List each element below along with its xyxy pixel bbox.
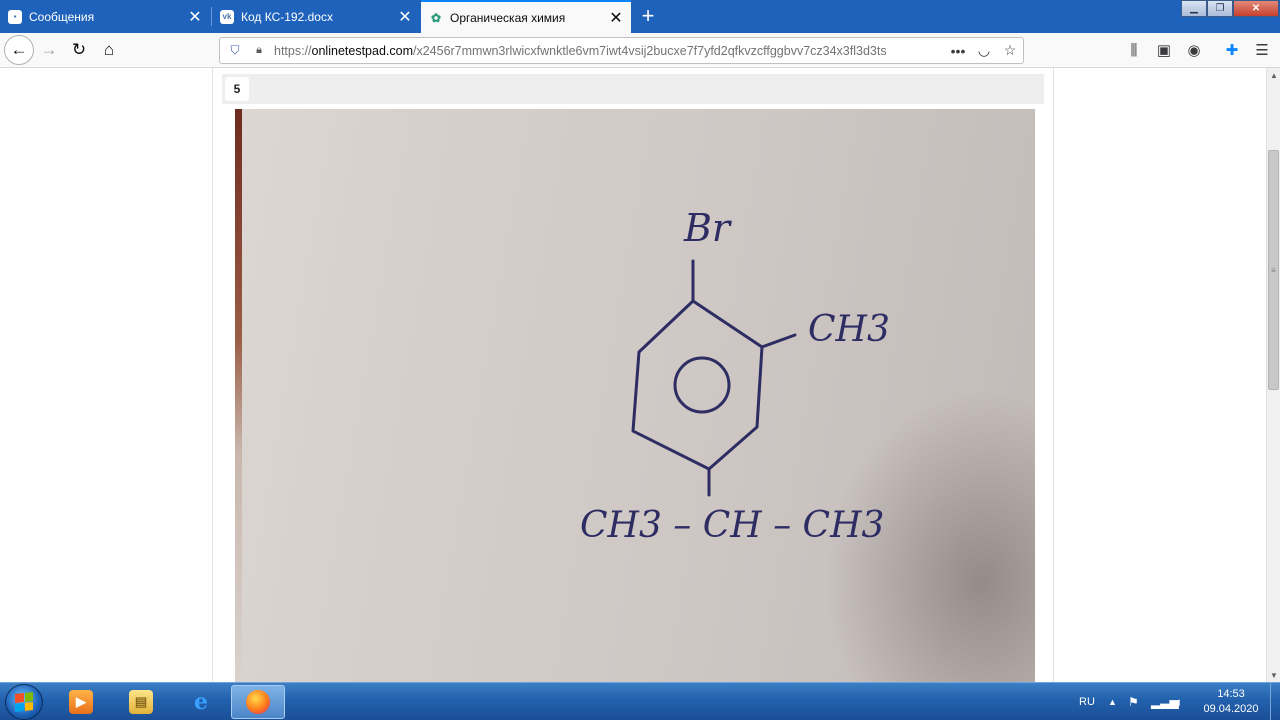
onlinetestpad-icon: ✿ — [430, 10, 442, 25]
sidebar-icon[interactable]: ▣ — [1151, 37, 1177, 63]
window-controls: ▁ ❐ ✕ — [1181, 0, 1279, 20]
tab-organic-chemistry[interactable]: ✿ Органическая химия ✕ — [421, 0, 631, 33]
label-isopropyl: CH3 – CH – CH3 — [580, 505, 884, 546]
aromatic-circle — [673, 356, 731, 414]
volume-icon[interactable]: 🔈︎ — [1176, 683, 1183, 720]
tab-label: Сообщения — [29, 9, 95, 24]
shield-icon[interactable]: ⛉ — [228, 43, 242, 58]
home-icon: ⌂ — [103, 40, 115, 59]
tab-label: Органическая химия — [450, 10, 566, 25]
library-icon[interactable]: ⫼ — [1121, 37, 1147, 63]
start-button[interactable] — [5, 684, 43, 720]
bookmark-star-icon[interactable]: ☆ — [997, 38, 1023, 64]
minimize-button[interactable]: ▁ — [1181, 0, 1207, 17]
scrollbar-thumb[interactable]: ≡ — [1268, 150, 1279, 390]
forward-button[interactable]: → — [34, 35, 64, 65]
clock-time: 14:53 — [1217, 688, 1245, 700]
home-button[interactable]: ⌂ — [94, 35, 124, 65]
question-card: 5 Br CH3 CH3 – CH – CH3 — [212, 68, 1054, 682]
tab-document[interactable]: vk Код КС-192.docx ✕ — [212, 0, 420, 33]
windows-taskbar: ▶ ▤ e RU ▲ ⚑ ▂▃▅ 🔈︎ 14:53 09.04.2020 — [0, 682, 1280, 720]
windows-logo-icon — [15, 692, 33, 712]
firefox-icon — [246, 690, 270, 714]
question-number: 5 — [225, 77, 249, 101]
close-icon[interactable]: ✕ — [184, 6, 206, 28]
url-path: /x2456r7mmwn3rlwicxfwnktle6vm7iwt4vsij2b… — [412, 43, 887, 58]
reload-icon: ↻ — [71, 40, 87, 59]
tab-strip: ▪ Сообщения ✕ vk Код КС-192.docx ✕ ✿ Орг… — [0, 0, 1280, 33]
account-icon[interactable]: ◉ — [1181, 37, 1207, 63]
arrow-right-icon: → — [40, 40, 58, 59]
url-protocol: https:// — [274, 43, 312, 58]
question-header: 5 — [222, 74, 1044, 104]
more-actions-icon[interactable]: ••• — [945, 38, 971, 64]
internet-explorer-icon: e — [194, 689, 208, 715]
label-methyl-right: CH3 — [808, 309, 890, 350]
tab-messages[interactable]: ▪ Сообщения ✕ — [0, 0, 210, 33]
url-host: onlinetestpad.com — [311, 43, 413, 58]
reload-button[interactable]: ↻ — [64, 35, 94, 65]
back-button[interactable]: ← — [4, 35, 34, 65]
media-player-icon: ▶ — [69, 690, 93, 714]
question-image: Br CH3 CH3 – CH – CH3 — [235, 109, 1035, 682]
action-center-icon[interactable]: ⚑ — [1128, 683, 1139, 720]
clock-date: 09.04.2020 — [1203, 703, 1259, 715]
url-text[interactable]: https://onlinetestpad.com/x2456r7mmwn3rl… — [274, 44, 945, 58]
taskbar-media-player[interactable]: ▶ — [54, 685, 108, 719]
language-indicator[interactable]: RU — [1079, 683, 1095, 720]
new-tab-button[interactable]: + — [634, 2, 662, 30]
maximize-button[interactable]: ❐ — [1207, 0, 1233, 17]
taskbar-firefox[interactable] — [231, 685, 285, 719]
close-icon[interactable]: ✕ — [394, 6, 416, 28]
extensions-icon[interactable]: ✚ — [1219, 37, 1245, 63]
show-hidden-icons-icon[interactable]: ▲ — [1108, 683, 1117, 720]
arrow-left-icon: ← — [10, 40, 28, 59]
system-clock[interactable]: 14:53 09.04.2020 — [1196, 687, 1266, 717]
scroll-down-arrow-icon[interactable]: ▼ — [1267, 668, 1280, 682]
vk-icon: vk — [220, 9, 234, 24]
bond-right — [760, 333, 797, 349]
explorer-icon: ▤ — [129, 690, 153, 714]
network-icon[interactable]: ▂▃▅ — [1151, 683, 1179, 720]
pocket-icon[interactable]: ◡ — [971, 38, 997, 64]
show-desktop-button[interactable] — [1270, 683, 1280, 720]
taskbar-internet-explorer[interactable]: e — [174, 685, 228, 719]
taskbar-explorer[interactable]: ▤ — [114, 685, 168, 719]
structure-drawing: Br CH3 CH3 – CH – CH3 — [580, 206, 890, 546]
tab-label: Код КС-192.docx — [241, 9, 333, 24]
navigation-bar: ← → ↻ ⌂ ⛉ 🔒︎ https://onlinetestpad.com/x… — [0, 33, 1280, 68]
vertical-scrollbar[interactable]: ▲ ≡ ▼ — [1266, 68, 1280, 682]
vk-messages-icon: ▪ — [8, 9, 22, 24]
benzene-ring — [631, 299, 764, 471]
address-bar[interactable]: ⛉ 🔒︎ https://onlinetestpad.com/x2456r7mm… — [219, 37, 1024, 64]
close-icon[interactable]: ✕ — [605, 7, 627, 29]
menu-icon[interactable]: ☰ — [1249, 37, 1275, 63]
close-window-button[interactable]: ✕ — [1233, 0, 1279, 17]
scroll-up-arrow-icon[interactable]: ▲ — [1267, 68, 1280, 82]
label-bromine: Br — [683, 206, 733, 250]
lock-icon[interactable]: 🔒︎ — [252, 44, 266, 58]
page-content: 5 Br CH3 CH3 – CH – CH3 — [0, 68, 1266, 682]
